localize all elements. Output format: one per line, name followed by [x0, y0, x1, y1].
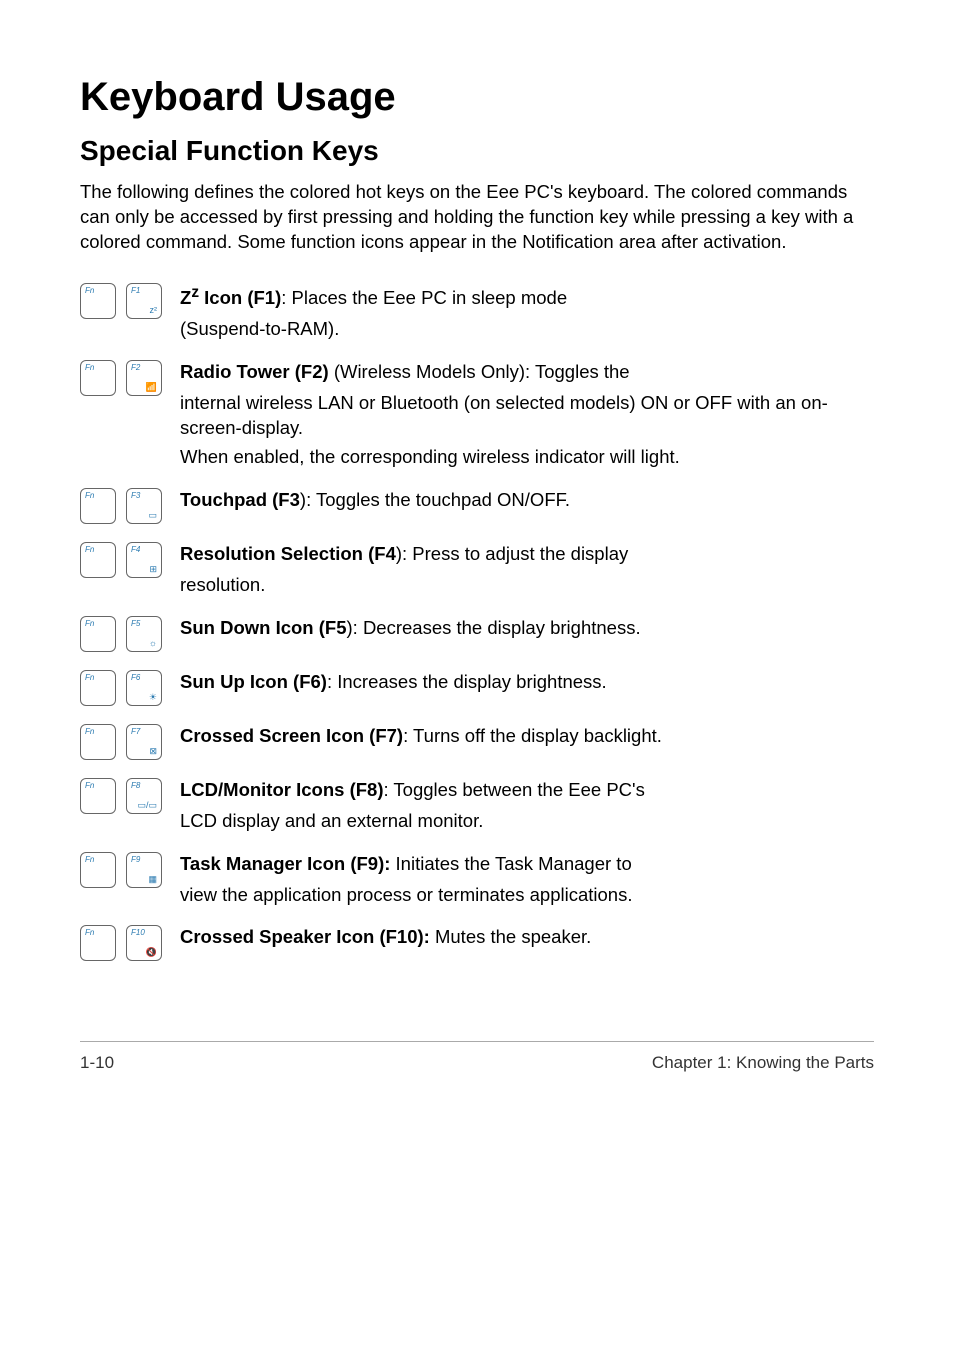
key-description: LCD/Monitor Icons (F8): Toggles between … [180, 778, 874, 834]
fn-key-icon: Fn [80, 488, 116, 524]
function-key-row: Fn F5☼ Sun Down Icon (F5): Decreases the d… [80, 616, 874, 652]
function-key-icon: F10🔇 [126, 925, 162, 961]
key-combo: Fn F3▭ [80, 488, 180, 524]
function-key-icon: F5☼ [126, 616, 162, 652]
function-key-icon: F3▭ [126, 488, 162, 524]
key-combo: Fn F4⊞ [80, 542, 180, 578]
function-key-icon: F4⊞ [126, 542, 162, 578]
fn-key-icon: Fn [80, 616, 116, 652]
key-combo: Fn F8▭/▭ [80, 778, 180, 814]
key-description: Zz Icon (F1): Places the Eee PC in sleep… [180, 283, 874, 342]
page-title: Keyboard Usage [80, 70, 874, 124]
key-combo: Fn F9▦ [80, 852, 180, 888]
key-description-title: Touchpad (F3): Toggles the touchpad ON/O… [180, 488, 874, 513]
key-description-title: Crossed Speaker Icon (F10): Mutes the sp… [180, 925, 874, 950]
key-combo: Fn F10🔇 [80, 925, 180, 961]
key-combo: Fn F2📶 [80, 360, 180, 396]
function-key-row: Fn F7⊠ Crossed Screen Icon (F7): Turns off… [80, 724, 874, 760]
function-key-row: Fn F2📶 Radio Tower (F2) (Wireless Models O… [80, 360, 874, 470]
key-description: Resolution Selection (F4): Press to adju… [180, 542, 874, 598]
key-description-title: Task Manager Icon (F9): Initiates the Ta… [180, 852, 874, 877]
fn-key-icon: Fn [80, 852, 116, 888]
function-key-row: Fn F8▭/▭ LCD/Monitor Icons (F8): Toggles b… [80, 778, 874, 834]
function-key-row: Fn F9▦ Task Manager Icon (F9): Initiates t… [80, 852, 874, 908]
function-key-row: Fn F4⊞ Resolution Selection (F4): Press to… [80, 542, 874, 598]
fn-key-icon: Fn [80, 724, 116, 760]
page-number: 1-10 [80, 1052, 114, 1075]
key-description-title: Crossed Screen Icon (F7): Turns off the … [180, 724, 874, 749]
function-key-icon: F7⊠ [126, 724, 162, 760]
function-key-icon: F9▦ [126, 852, 162, 888]
fn-key-icon: Fn [80, 542, 116, 578]
function-key-row: Fn F3▭ Touchpad (F3): Toggles the touchpad… [80, 488, 874, 524]
key-description: Touchpad (F3): Toggles the touchpad ON/O… [180, 488, 874, 513]
key-description-line: resolution. [180, 573, 874, 598]
key-combo: Fn F7⊠ [80, 724, 180, 760]
key-combo: Fn F6☀ [80, 670, 180, 706]
key-combo: Fn F1z² [80, 283, 180, 319]
key-combo: Fn F5☼ [80, 616, 180, 652]
key-description-line: LCD display and an external monitor. [180, 809, 874, 834]
section-title: Special Function Keys [80, 132, 874, 170]
key-description: Sun Up Icon (F6): Increases the display … [180, 670, 874, 695]
intro-paragraph: The following defines the colored hot ke… [80, 180, 874, 255]
key-description: Crossed Screen Icon (F7): Turns off the … [180, 724, 874, 749]
key-description-title: Radio Tower (F2) (Wireless Models Only):… [180, 360, 874, 385]
function-key-icon: F6☀ [126, 670, 162, 706]
key-description-title: Resolution Selection (F4): Press to adju… [180, 542, 874, 567]
fn-key-icon: Fn [80, 925, 116, 961]
page-footer: 1-10 Chapter 1: Knowing the Parts [80, 1041, 874, 1075]
function-key-icon: F1z² [126, 283, 162, 319]
fn-key-icon: Fn [80, 670, 116, 706]
function-key-row: Fn F1z² Zz Icon (F1): Places the Eee PC in… [80, 283, 874, 342]
key-description-line: (Suspend-to-RAM). [180, 317, 874, 342]
fn-key-icon: Fn [80, 283, 116, 319]
key-description-title: Zz Icon (F1): Places the Eee PC in sleep… [180, 283, 874, 311]
function-key-icon: F8▭/▭ [126, 778, 162, 814]
function-key-row: Fn F6☀ Sun Up Icon (F6): Increases the dis… [80, 670, 874, 706]
fn-key-icon: Fn [80, 778, 116, 814]
fn-key-icon: Fn [80, 360, 116, 396]
function-key-row: Fn F10🔇 Crossed Speaker Icon (F10): Mutes … [80, 925, 874, 961]
key-description: Task Manager Icon (F9): Initiates the Ta… [180, 852, 874, 908]
key-description: Radio Tower (F2) (Wireless Models Only):… [180, 360, 874, 470]
key-description-line: When enabled, the corresponding wireless… [180, 445, 874, 470]
key-description-line: view the application process or terminat… [180, 883, 874, 908]
chapter-label: Chapter 1: Knowing the Parts [652, 1052, 874, 1075]
key-description: Sun Down Icon (F5): Decreases the displa… [180, 616, 874, 641]
key-description-title: Sun Down Icon (F5): Decreases the displa… [180, 616, 874, 641]
key-description-line: internal wireless LAN or Bluetooth (on s… [180, 391, 874, 441]
key-description: Crossed Speaker Icon (F10): Mutes the sp… [180, 925, 874, 950]
function-key-icon: F2📶 [126, 360, 162, 396]
key-description-title: Sun Up Icon (F6): Increases the display … [180, 670, 874, 695]
key-description-title: LCD/Monitor Icons (F8): Toggles between … [180, 778, 874, 803]
